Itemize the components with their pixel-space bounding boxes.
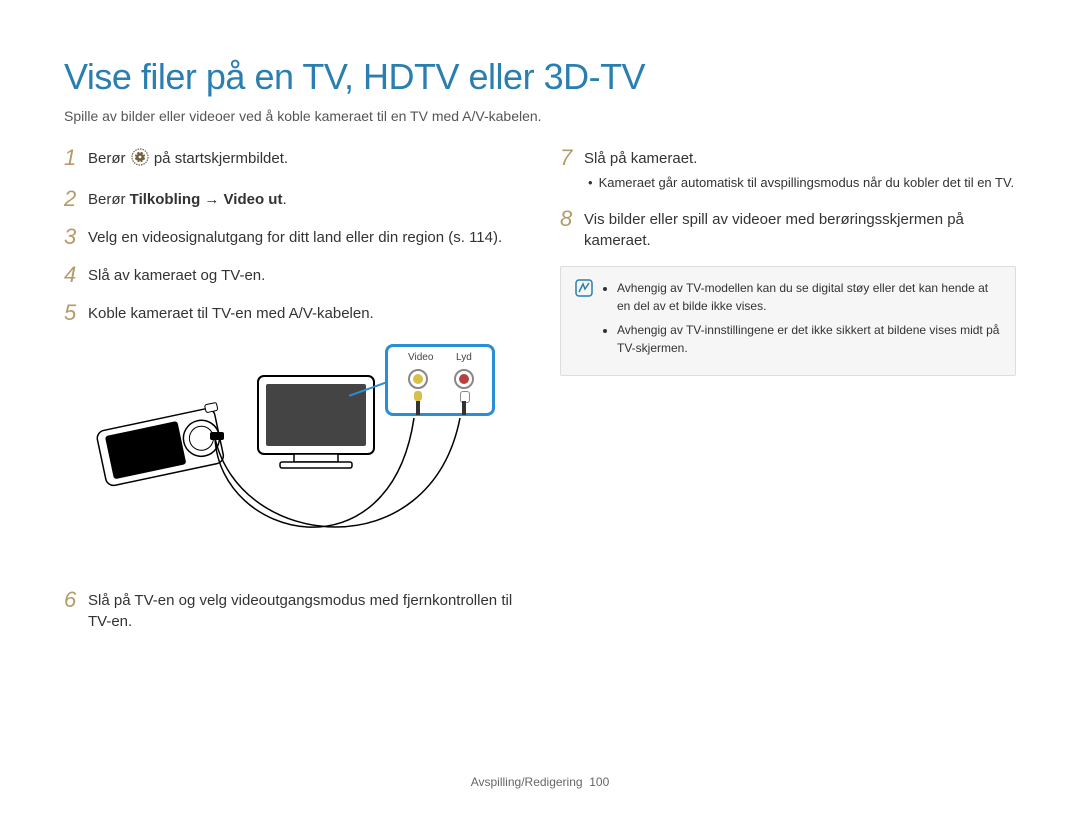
step-text-pre: Berør [88,150,130,167]
step-number: 2 [64,187,88,211]
step-body: Berør på sta [88,146,520,173]
cable-icon [90,340,470,570]
page: Vise filer på en TV, HDTV eller 3D-TV Sp… [0,0,1080,815]
step-4: 4 Slå av kameraet og TV-en. [64,263,520,287]
step-6: 6 Slå på TV-en og velg videoutgangsmodus… [64,588,520,634]
step-number: 8 [560,207,584,253]
step-body: Slå på kameraet. Kameraet går automatisk… [584,146,1016,193]
footer-section: Avspilling/Redigering [471,775,583,789]
step-text-post: . [282,191,286,208]
step-text-post: på startskjermbildet. [154,150,288,167]
step-number: 3 [64,225,88,249]
step-number: 1 [64,146,88,173]
step-text-pre: Berør [88,191,130,208]
step-text-bold: Tilkobling → Video ut [130,191,283,208]
note-box: Avhengig av TV-modellen kan du se digita… [560,266,1016,376]
step-2: 2 Berør Tilkobling → Video ut. [64,187,520,211]
step-1: 1 Berør [64,146,520,173]
step-number: 6 [64,588,88,634]
page-title: Vise filer på en TV, HDTV eller 3D-TV [64,56,1016,98]
step-3: 3 Velg en videosignalutgang for ditt lan… [64,225,520,249]
step-body: Vis bilder eller spill av videoer med be… [584,207,1016,253]
footer-page-number: 100 [589,775,609,789]
step-number: 5 [64,301,88,325]
step-8: 8 Vis bilder eller spill av videoer med … [560,207,1016,253]
step-sub-bullet: Kameraet går automatisk til avspillingsm… [598,174,1016,193]
page-footer: Avspilling/Redigering 100 [0,775,1080,789]
note-icon [575,279,601,363]
page-subtitle: Spille av bilder eller videoer ved å kob… [64,108,1016,124]
step-body: Berør Tilkobling → Video ut. [88,187,520,211]
step-body: Koble kameraet til TV-en med A/V-kabelen… [88,301,520,325]
step-5: 5 Koble kameraet til TV-en med A/V-kabel… [64,301,520,325]
right-column: 7 Slå på kameraet. Kameraet går automati… [560,146,1016,647]
note-item: Avhengig av TV-modellen kan du se digita… [617,279,1001,315]
step-number: 4 [64,263,88,287]
step-number: 7 [560,146,584,193]
step-body: Slå på TV-en og velg videoutgangsmodus m… [88,588,520,634]
gear-icon [131,148,149,173]
content-columns: 1 Berør [64,146,1016,647]
left-column: 1 Berør [64,146,520,647]
step-7: 7 Slå på kameraet. Kameraet går automati… [560,146,1016,193]
note-list: Avhengig av TV-modellen kan du se digita… [617,279,1001,363]
connection-diagram: Video Lyd [90,340,470,570]
note-item: Avhengig av TV-innstillingene er det ikk… [617,321,1001,357]
step-body: Velg en videosignalutgang for ditt land … [88,225,520,249]
step-body: Slå av kameraet og TV-en. [88,263,520,287]
step-text: Slå på kameraet. [584,150,697,167]
